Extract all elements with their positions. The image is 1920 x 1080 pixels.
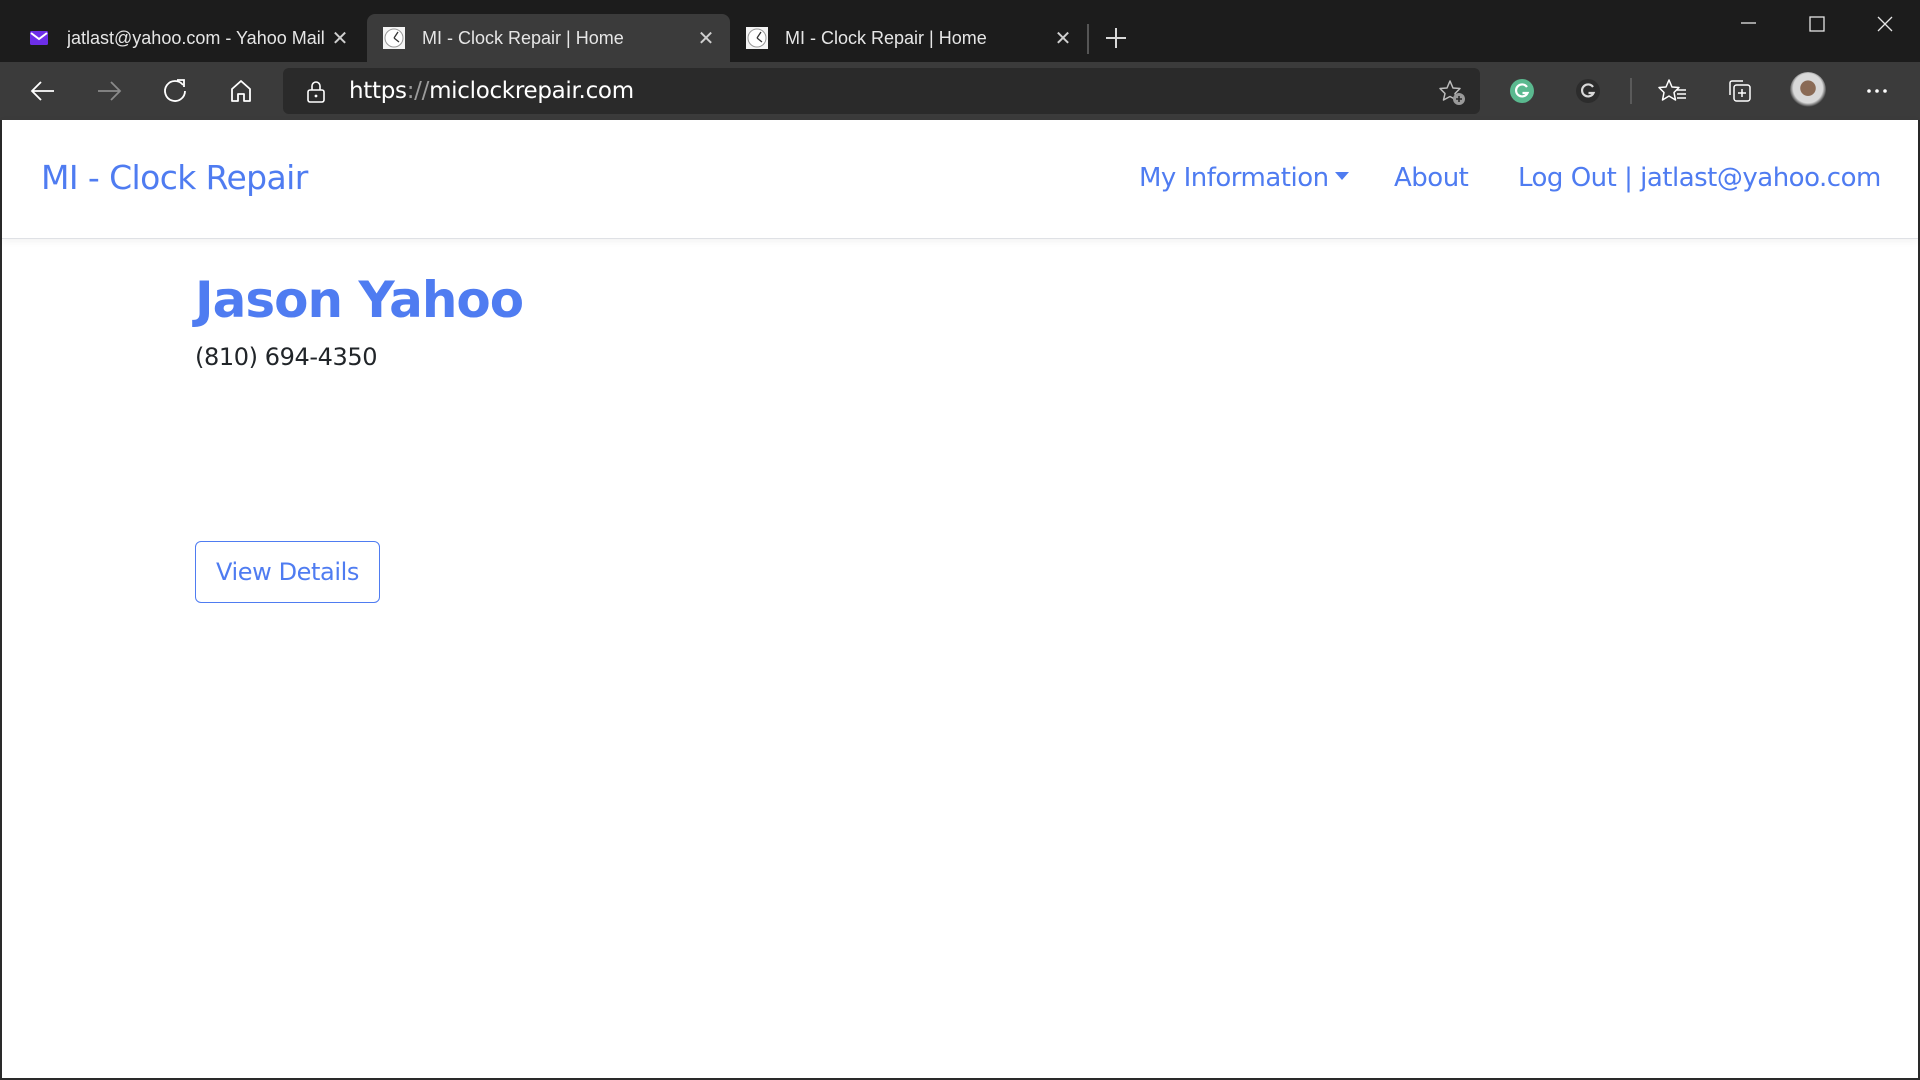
about-link[interactable]: About [1394, 163, 1469, 193]
site-brand-link[interactable]: MI - Clock Repair [41, 158, 308, 197]
more-dots-icon [1867, 89, 1887, 93]
tab-title: MI - Clock Repair | Home [422, 27, 624, 48]
grammarly-extension-button[interactable] [1504, 74, 1540, 108]
tab-clock-repair-active[interactable]: MI - Clock Repair | Home ✕ [367, 14, 730, 62]
minimize-button[interactable] [1718, 6, 1778, 42]
customer-phone: (810) 694-4350 [195, 343, 378, 371]
caret-down-icon [1334, 172, 1349, 180]
maximize-button[interactable] [1786, 6, 1846, 42]
forward-button[interactable] [91, 74, 127, 108]
settings-more-button[interactable] [1859, 74, 1895, 108]
site-navbar: MI - Clock Repair My Information About L… [2, 120, 1918, 239]
profile-avatar[interactable] [1790, 72, 1826, 108]
profile-summary: Jason Yahoo (810) 694-4350 View Details [195, 270, 524, 603]
reload-icon [164, 79, 186, 102]
my-information-dropdown[interactable]: My Information [1139, 163, 1349, 193]
clock-favicon [746, 27, 768, 49]
home-button[interactable] [223, 74, 259, 108]
url-text[interactable]: https://miclockrepair.com [349, 78, 634, 104]
tab-strip: jatlast@yahoo.com - Yahoo Mail ✕ MI - Cl… [0, 0, 1920, 62]
url-host: miclockrepair.com [429, 78, 634, 104]
add-favorite-icon[interactable] [1438, 78, 1466, 106]
collections-button[interactable] [1722, 74, 1758, 108]
url-separator: :// [406, 78, 430, 104]
my-information-label: My Information [1139, 163, 1329, 193]
toolbar-divider [1630, 78, 1632, 104]
favorites-button[interactable] [1655, 74, 1691, 108]
grammarly-icon [1510, 79, 1534, 103]
customer-name: Jason Yahoo [195, 271, 524, 329]
close-window-button[interactable] [1855, 6, 1915, 42]
back-button[interactable] [25, 74, 61, 108]
tab-title: MI - Clock Repair | Home [785, 27, 987, 48]
tab-close-icon[interactable]: ✕ [696, 26, 716, 51]
address-bar[interactable]: https://miclockrepair.com [283, 68, 1480, 114]
forward-arrow-icon [98, 81, 122, 101]
page-viewport: MI - Clock Repair My Information About L… [0, 120, 1920, 1080]
logout-link[interactable]: Log Out | jatlast@yahoo.com [1518, 163, 1881, 193]
tab-clock-repair[interactable]: MI - Clock Repair | Home ✕ [730, 14, 1087, 62]
minimize-icon [1741, 22, 1756, 24]
tab-close-icon[interactable]: ✕ [1053, 26, 1073, 51]
url-scheme: https [349, 78, 407, 104]
tab-yahoo-mail[interactable]: jatlast@yahoo.com - Yahoo Mail ✕ [12, 14, 364, 62]
plus-icon [1106, 28, 1126, 48]
tab-divider [1087, 24, 1089, 54]
new-tab-button[interactable] [1100, 22, 1132, 54]
grammarly-disabled-extension-button[interactable] [1570, 74, 1606, 108]
reload-button[interactable] [157, 74, 193, 108]
browser-toolbar: https://miclockrepair.com [0, 62, 1920, 120]
close-icon [1877, 16, 1893, 32]
tab-close-icon[interactable]: ✕ [330, 26, 350, 51]
back-arrow-icon [30, 81, 54, 101]
home-icon [231, 80, 251, 102]
view-details-button[interactable]: View Details [195, 541, 380, 603]
tab-title: jatlast@yahoo.com - Yahoo Mail [67, 27, 325, 48]
grammarly-gray-icon [1576, 79, 1600, 103]
favorites-list-icon [1658, 79, 1686, 101]
clock-favicon [383, 27, 405, 49]
maximize-icon [1809, 16, 1825, 32]
lock-icon[interactable] [305, 80, 327, 104]
yahoo-mail-icon [30, 31, 48, 45]
collections-icon [1729, 80, 1751, 102]
